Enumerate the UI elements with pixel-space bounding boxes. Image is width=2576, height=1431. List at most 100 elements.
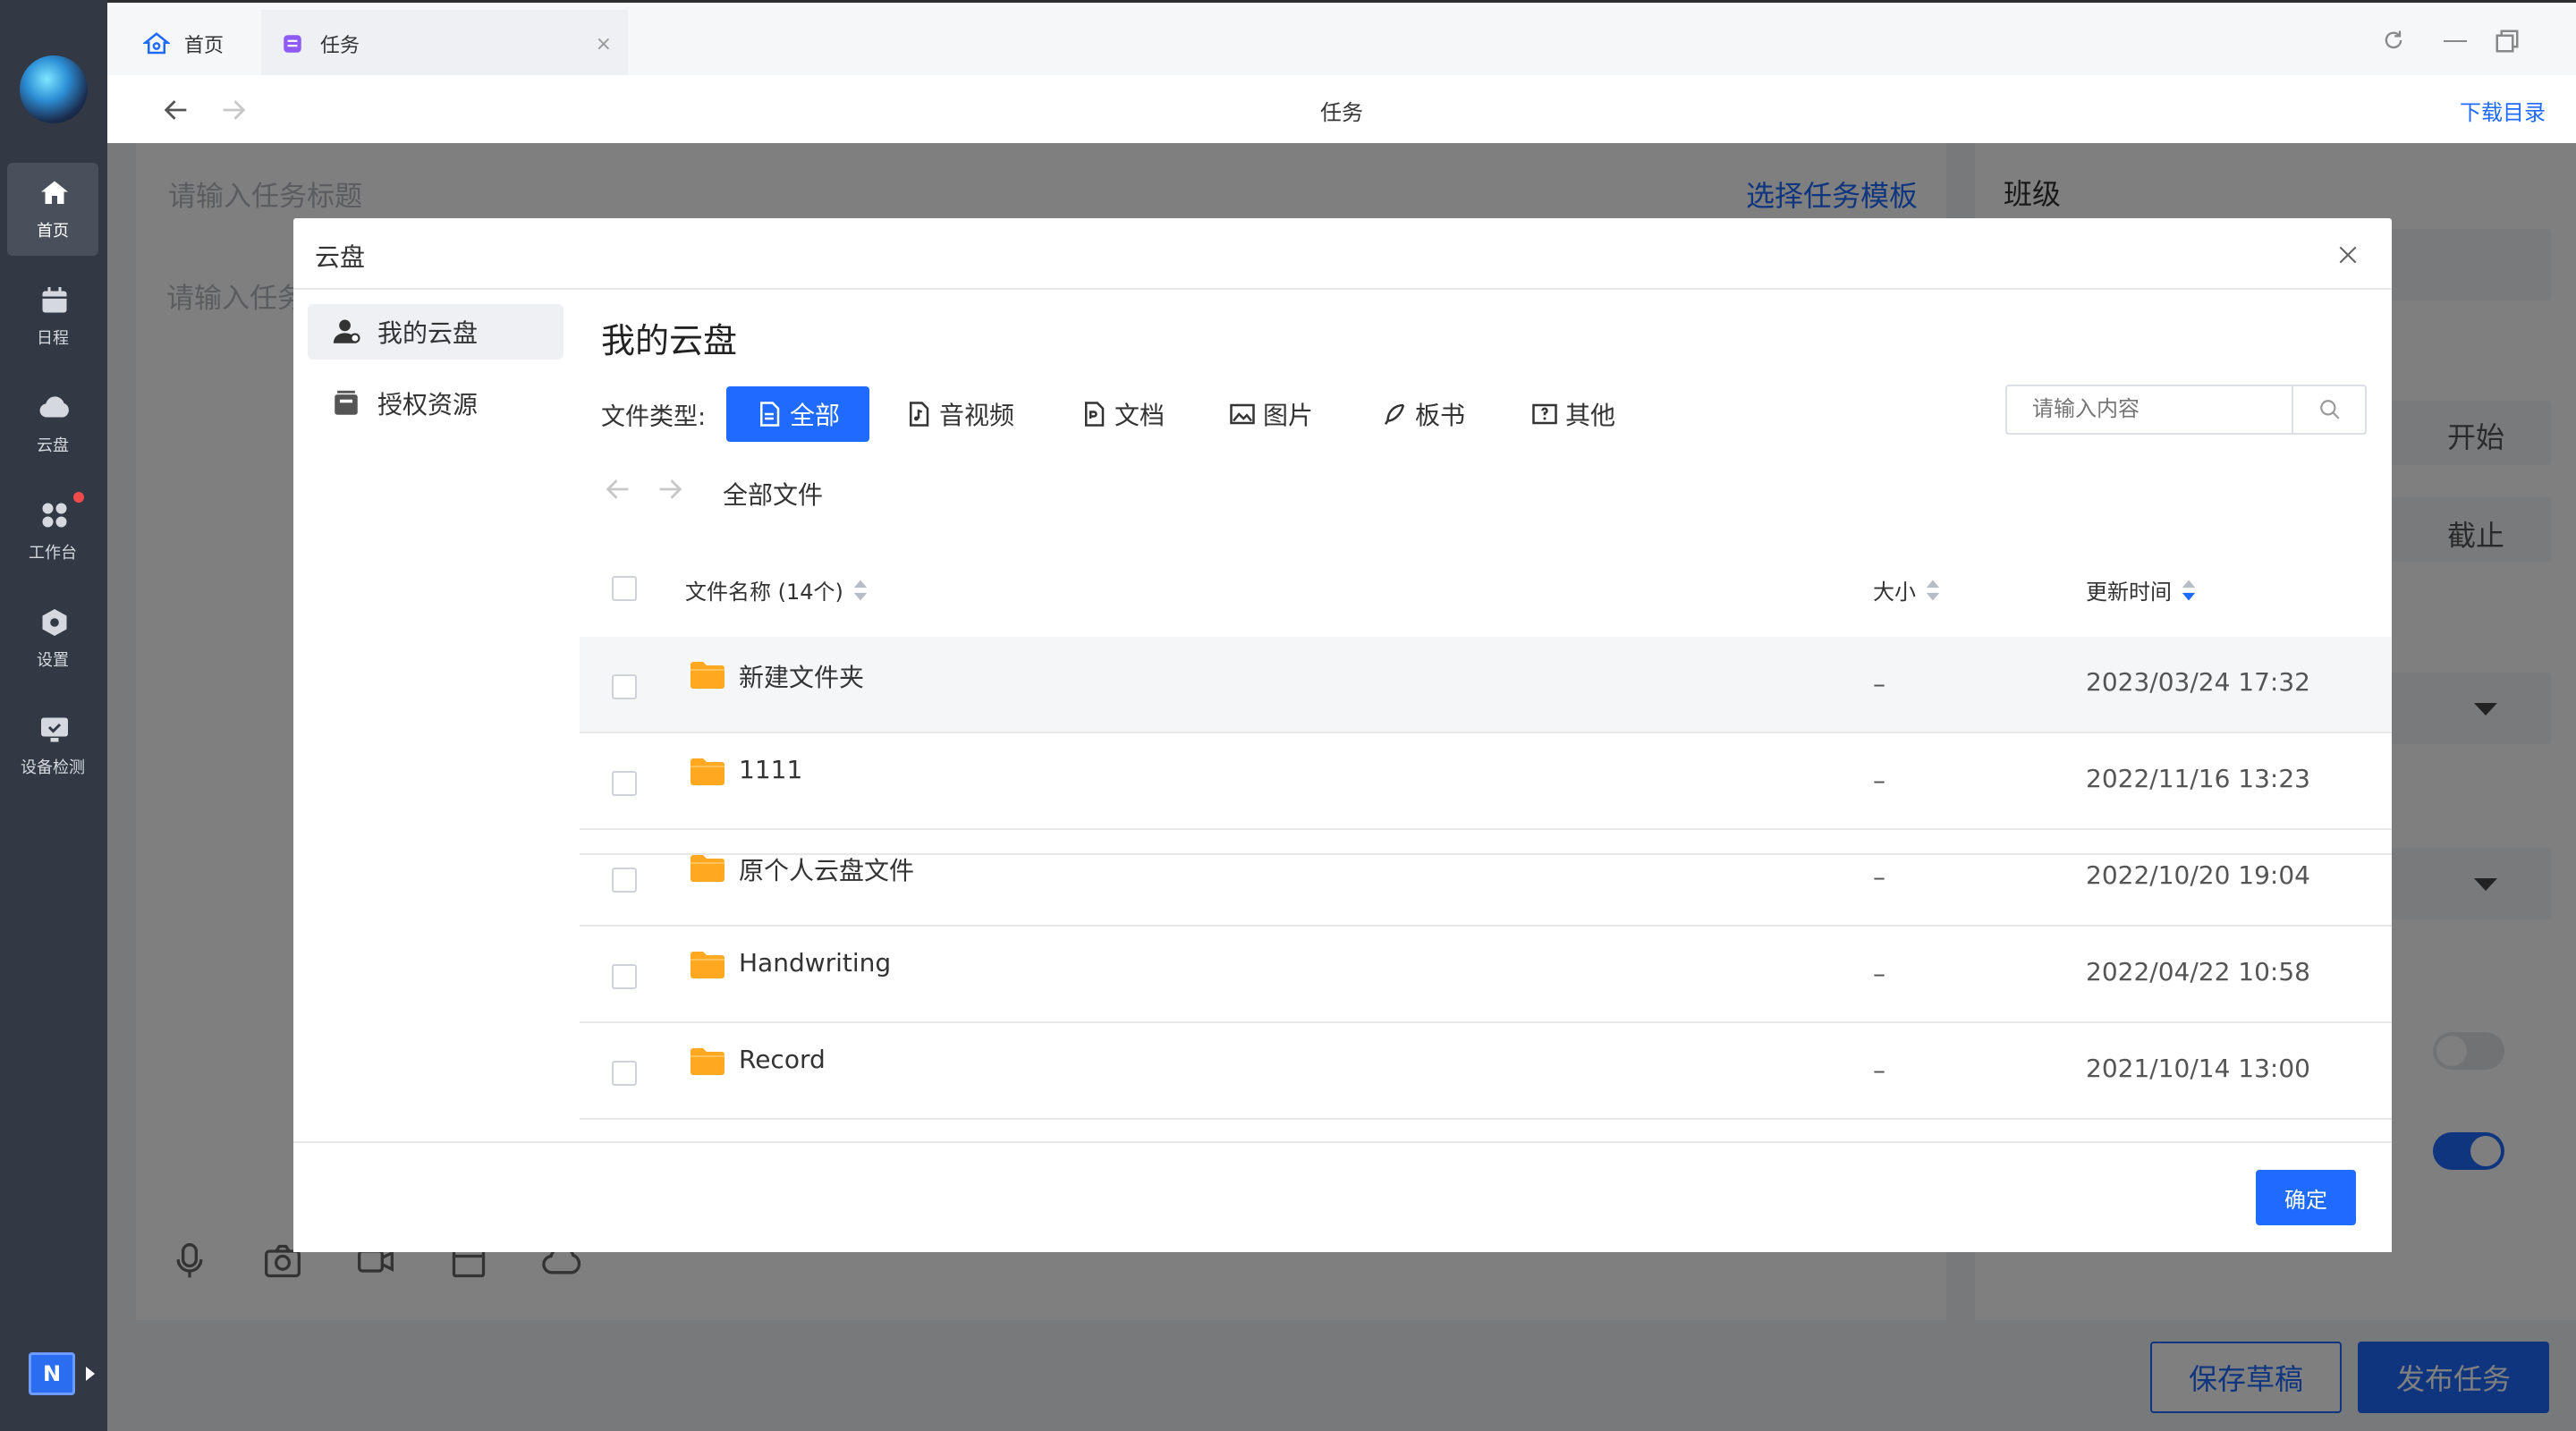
side-item-label: 我的云盘 xyxy=(377,318,479,348)
tab-home[interactable]: 首页 xyxy=(143,10,259,78)
column-header-label: 文件名称 (14个) xyxy=(685,580,843,605)
side-item-authorized[interactable]: 授权资源 xyxy=(308,376,564,431)
sort-icon xyxy=(1926,579,1940,601)
row-checkbox[interactable] xyxy=(612,868,637,893)
home-icon xyxy=(41,181,68,204)
file-size: – xyxy=(1873,959,1885,988)
back-arrow-icon[interactable] xyxy=(161,95,191,125)
tab-task[interactable]: 任务 × xyxy=(261,10,628,78)
breadcrumb: 全部文件 xyxy=(723,480,824,510)
file-name: 原个人云盘文件 xyxy=(739,856,915,885)
cloud-icon xyxy=(39,396,69,418)
rail-label: 云盘 xyxy=(37,436,69,455)
close-icon[interactable] xyxy=(2336,243,2360,267)
apps-icon xyxy=(42,503,67,528)
monitor-icon xyxy=(41,717,68,742)
file-size: – xyxy=(1873,669,1885,699)
filter-label: 图片 xyxy=(1263,401,1314,430)
file-time: 2022/10/20 19:04 xyxy=(2086,860,2310,890)
task-tab-icon xyxy=(284,35,301,53)
rail-item-workbench[interactable]: 工作台 xyxy=(7,485,98,578)
rail-item-device-check[interactable]: 设备检测 xyxy=(7,699,98,792)
table-row[interactable]: Record – 2021/10/14 13:00 xyxy=(580,1023,2392,1120)
rail-label: 工作台 xyxy=(29,544,77,563)
row-checkbox[interactable] xyxy=(612,674,637,699)
folder-icon xyxy=(691,855,724,882)
box-icon xyxy=(335,390,358,415)
file-time: 2022/04/22 10:58 xyxy=(2086,957,2310,986)
folder-icon xyxy=(691,1048,724,1075)
table-row[interactable]: 原个人云盘文件 – 2022/10/20 19:04 xyxy=(580,830,2392,927)
filter-all-button[interactable]: 全部 xyxy=(726,386,869,442)
close-tab-icon[interactable]: × xyxy=(596,33,612,55)
expand-arrow-icon[interactable] xyxy=(86,1367,95,1381)
rail-label: 日程 xyxy=(37,329,69,348)
tab-label: 任务 xyxy=(320,35,360,57)
side-item-my-cloud[interactable]: 我的云盘 xyxy=(308,304,564,360)
forward-arrow-icon[interactable] xyxy=(218,95,249,125)
dialog-sidebar: 我的云盘 授权资源 xyxy=(293,290,580,1181)
calendar-icon xyxy=(42,287,67,313)
column-header-time[interactable]: 更新时间 xyxy=(2086,574,2197,605)
user-icon xyxy=(333,319,360,343)
feather-icon xyxy=(1384,403,1405,425)
row-checkbox[interactable] xyxy=(612,964,637,989)
rail-item-cloud[interactable]: 云盘 xyxy=(7,377,98,470)
left-rail: 首页 日程 云盘 工作台 设置 设备检测 N xyxy=(0,0,107,1431)
download-directory-link[interactable]: 下载目录 xyxy=(2460,95,2546,126)
minimize-icon[interactable] xyxy=(2444,40,2467,42)
sort-icon xyxy=(853,579,868,601)
forward-arrow-icon[interactable] xyxy=(655,474,685,504)
rail-item-home[interactable]: 首页 xyxy=(7,163,98,256)
app-logo xyxy=(20,55,88,123)
select-all-checkbox[interactable] xyxy=(612,576,637,601)
column-header-size[interactable]: 大小 xyxy=(1873,574,1941,605)
app-badge[interactable]: N xyxy=(29,1352,75,1395)
file-time: 2023/03/24 17:32 xyxy=(2086,667,2310,697)
search-icon[interactable] xyxy=(2318,398,2342,421)
dialog-title: 云盘 xyxy=(315,242,366,272)
music-file-icon xyxy=(910,402,929,427)
file-time: 2022/11/16 13:23 xyxy=(2086,764,2310,793)
image-icon xyxy=(1230,403,1255,425)
tab-label: 首页 xyxy=(184,35,225,57)
row-checkbox[interactable] xyxy=(612,771,637,796)
row-checkbox[interactable] xyxy=(612,1061,637,1086)
filter-label: 其他 xyxy=(1565,401,1616,430)
side-item-label: 授权资源 xyxy=(377,390,479,419)
filter-board[interactable]: 板书 xyxy=(1381,386,1465,442)
rail-label: 设备检测 xyxy=(21,758,85,777)
filter-document[interactable]: 文档 xyxy=(1080,386,1165,442)
rail-label: 首页 xyxy=(37,222,69,241)
table-row[interactable]: Handwriting – 2022/04/22 10:58 xyxy=(580,927,2392,1023)
search-input[interactable] xyxy=(2007,386,2292,433)
filter-label: 文档 xyxy=(1114,401,1165,430)
confirm-button[interactable]: 确定 xyxy=(2256,1170,2356,1225)
rail-item-settings[interactable]: 设置 xyxy=(7,592,98,685)
column-header-label: 大小 xyxy=(1873,580,1916,605)
maximize-icon[interactable] xyxy=(2494,28,2521,55)
rail-item-schedule[interactable]: 日程 xyxy=(7,270,98,363)
home-tab-icon xyxy=(143,32,170,55)
filter-label: 板书 xyxy=(1415,401,1466,430)
folder-icon xyxy=(691,758,724,785)
page-title: 任务 xyxy=(1320,100,1363,125)
folder-icon xyxy=(691,952,724,978)
dialog-footer xyxy=(293,1141,2392,1252)
table-row[interactable]: 1111 – 2022/11/16 13:23 xyxy=(580,733,2392,830)
column-header-label: 更新时间 xyxy=(2086,580,2172,605)
dialog-header: 云盘 xyxy=(293,218,2392,290)
refresh-icon[interactable] xyxy=(2381,28,2406,53)
file-name: Handwriting xyxy=(739,948,892,978)
filter-other[interactable]: 其他 xyxy=(1531,386,1615,442)
filter-image[interactable]: 图片 xyxy=(1229,386,1313,442)
filter-audio-video[interactable]: 音视频 xyxy=(905,386,1014,442)
table-row[interactable]: 新建文件夹 – 2023/03/24 17:32 xyxy=(580,637,2392,733)
column-header-name[interactable]: 文件名称 (14个) xyxy=(685,574,869,605)
file-size: – xyxy=(1873,1055,1885,1085)
cloud-heading: 我的云盘 xyxy=(601,321,738,360)
back-arrow-icon[interactable] xyxy=(603,474,633,504)
file-time: 2021/10/14 13:00 xyxy=(2086,1054,2310,1083)
file-size: – xyxy=(1873,766,1885,795)
nav-bar: 任务 下载目录 xyxy=(107,75,2576,143)
